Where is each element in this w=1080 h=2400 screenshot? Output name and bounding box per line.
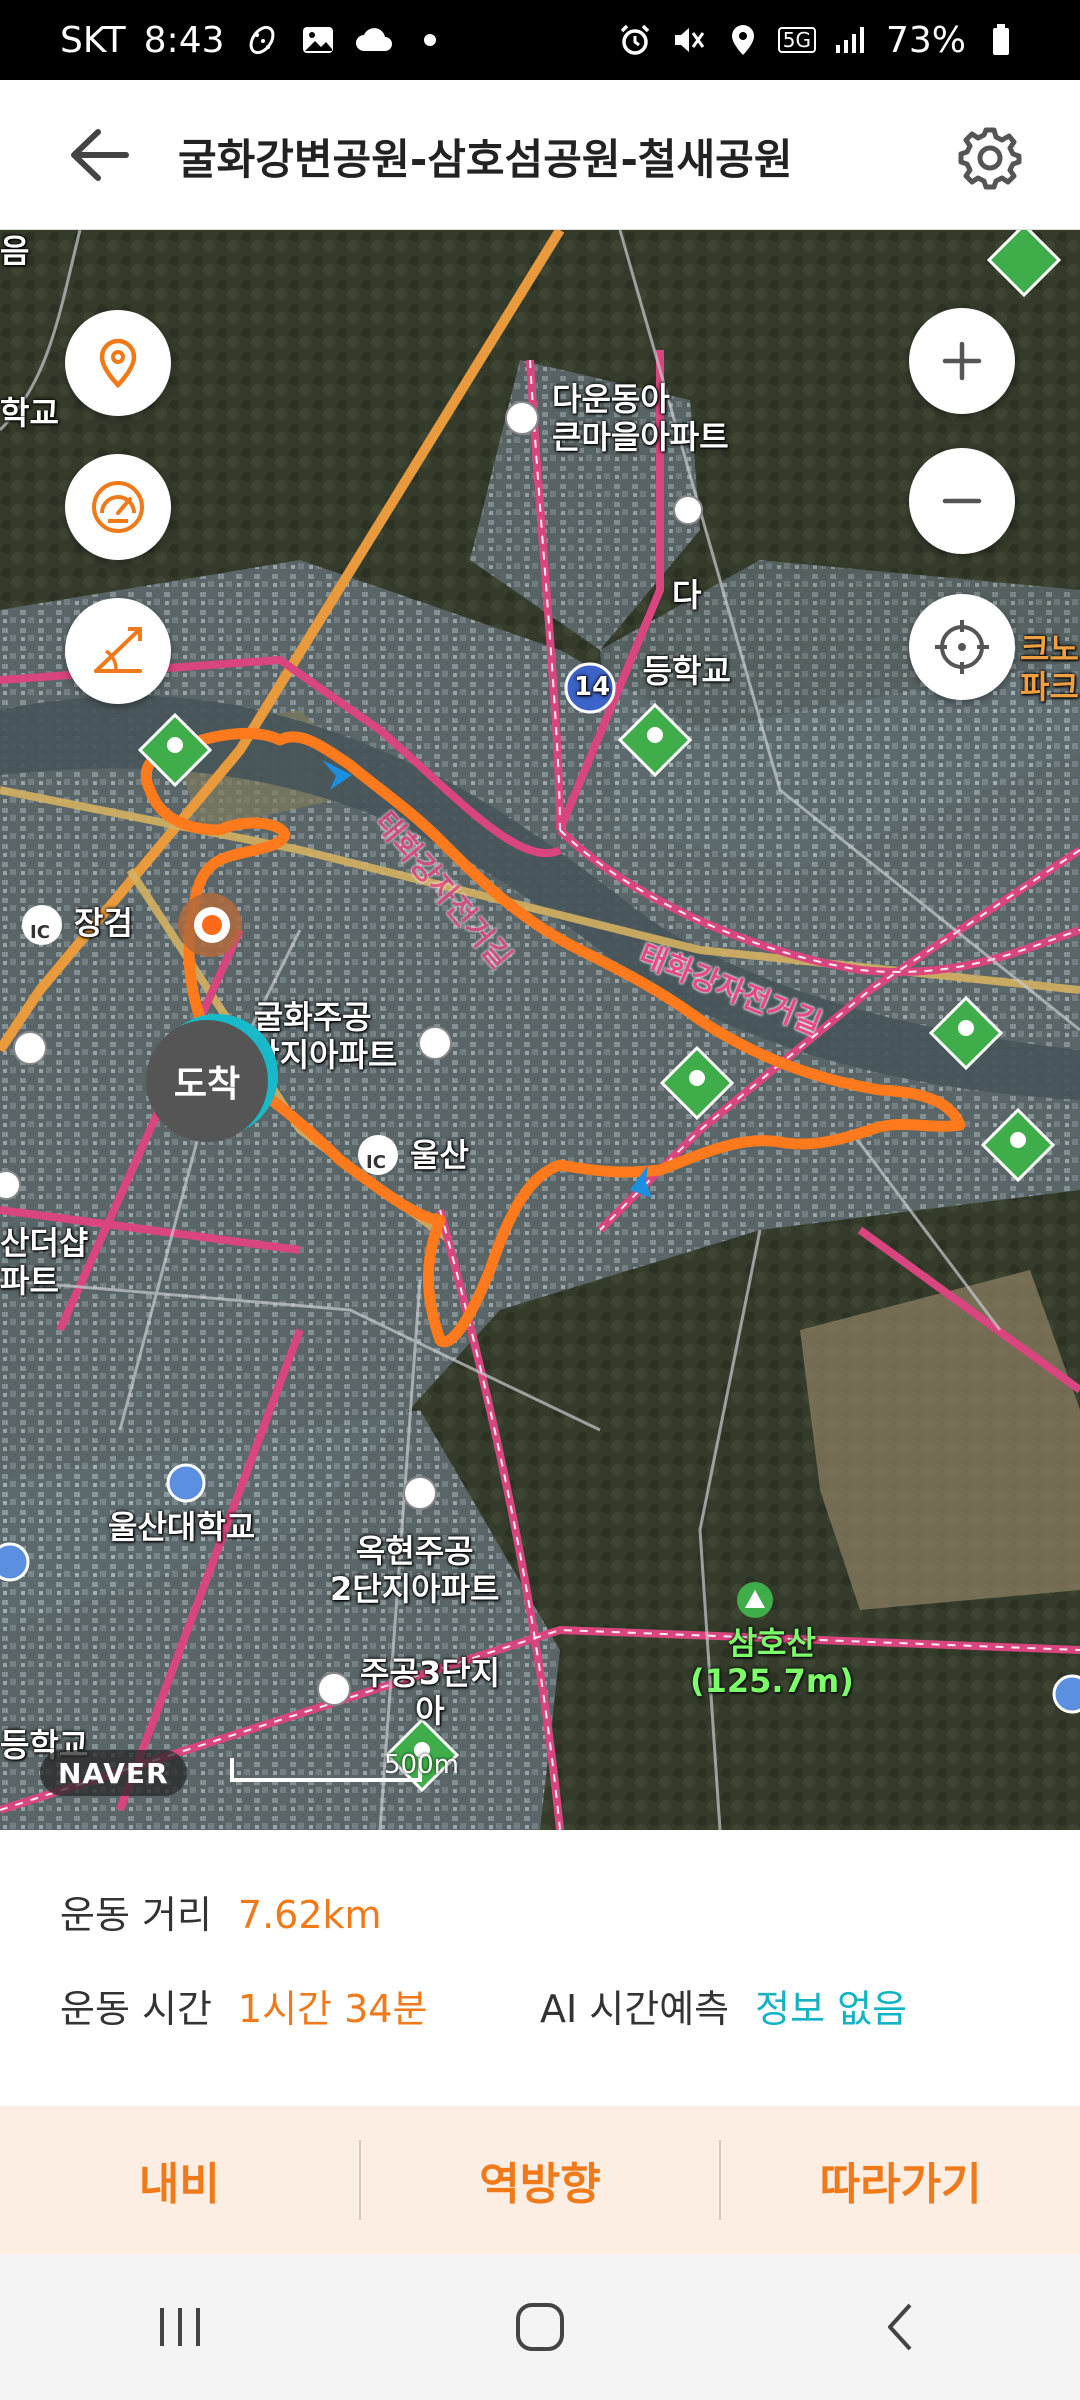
dot-icon (411, 21, 449, 59)
map-label-okhyeon-apt: 옥현주공 2단지아파트 (330, 1532, 500, 1608)
status-bar: SKT 8:43 5G 73% (0, 0, 1080, 80)
map-label-ic-jangeom: IC (30, 922, 50, 943)
zoom-out-button[interactable] (909, 448, 1015, 554)
ai-prediction-label: AI 시간예측 (540, 1987, 730, 2031)
activity-icon (243, 21, 281, 59)
time-row: 운동 시간 1시간 34분 (60, 1978, 427, 2033)
time-label: 운동 시간 (60, 1987, 212, 2031)
map-label-left-edge-1: 음 (0, 232, 30, 270)
elevation-icon (94, 627, 142, 673)
map-label-left-edge-2: 학교 (0, 394, 59, 432)
map-label-left-edge-3: 산더샵 파트 (0, 1224, 89, 1300)
distance-row: 운동 거리 7.62km (60, 1884, 382, 1939)
follow-button[interactable]: 따라가기 (721, 2106, 1080, 2254)
map-label-jugong3: 주공3단지 아 (360, 1654, 501, 1730)
action-bar: 내비 역방향 따라가기 (0, 2106, 1080, 2254)
map-label-jangeom: 장검 (74, 904, 133, 942)
gear-icon (958, 127, 1022, 190)
home-button[interactable] (480, 2287, 600, 2367)
map-label-ulsan-univ: 울산대학교 (108, 1508, 256, 1546)
arrive-marker: 도착 (146, 1020, 268, 1142)
zoom-out-icon (942, 498, 982, 504)
gallery-icon (299, 21, 337, 59)
my-location-icon (935, 620, 989, 674)
home-icon (516, 2303, 564, 2351)
location-status-icon (724, 21, 762, 59)
naver-logo: NAVER (40, 1750, 187, 1796)
system-nav-bar (0, 2254, 1080, 2400)
map-label-ulsan: 울산 (410, 1136, 469, 1174)
mute-icon (670, 21, 708, 59)
network-label: 5G (777, 27, 816, 53)
map-label-right-edge: 크노 파크 (1020, 630, 1079, 706)
time-value: 1시간 34분 (237, 1987, 428, 2031)
recent-apps-button[interactable] (120, 2287, 240, 2367)
navi-button[interactable]: 내비 (0, 2106, 359, 2254)
elevation-button[interactable] (65, 598, 171, 704)
network-5g-icon: 5G (777, 21, 816, 59)
reverse-button[interactable]: 역방향 (361, 2106, 720, 2254)
clock: 8:43 (143, 19, 225, 61)
location-pin-button[interactable] (65, 310, 171, 416)
zoom-in-icon (942, 341, 982, 381)
back-nav-icon (888, 2303, 912, 2351)
zoom-in-button[interactable] (909, 308, 1015, 414)
route-14-label: 14 (574, 672, 611, 702)
back-nav-button[interactable] (840, 2287, 960, 2367)
map-label-ic-ulsan: IC (366, 1152, 386, 1173)
recent-apps-icon (160, 2308, 200, 2346)
page-title: 굴화강변공원-삼호섬공원-철새공원 (178, 135, 793, 184)
map-label-dawon-apt: 다운동아 큰마을아파트 (552, 380, 729, 456)
carrier: SKT (60, 19, 126, 61)
battery-text: 73% (885, 19, 966, 61)
alarm-icon (616, 21, 654, 59)
map-label-school-suffix: 등학교 (642, 652, 731, 690)
distance-label: 운동 거리 (60, 1893, 212, 1937)
map-label-samho-mountain: 삼호산 (125.7m) (690, 1624, 854, 1700)
settings-button[interactable] (956, 124, 1024, 192)
map-label-school-top: 다 등학교 (598, 538, 731, 728)
speedometer-icon (92, 481, 144, 533)
scale-label: 500m (384, 1750, 459, 1780)
map-view[interactable]: 다운동아 큰마을아파트 다 등학교 14 태화강자전거길 태화강자전거길 IC … (0, 230, 1080, 1830)
back-arrow-icon (71, 129, 129, 181)
signal-icon (832, 21, 870, 59)
map-label-school-prefix: 다 (672, 576, 702, 614)
header: 굴화강변공원-삼호섬공원-철새공원 (0, 80, 1080, 230)
back-button[interactable] (64, 124, 136, 186)
my-location-button[interactable] (909, 594, 1015, 700)
location-pin-icon (99, 338, 137, 389)
ai-prediction-row: AI 시간예측 정보 없음 (540, 1978, 907, 2033)
cloud-icon (355, 21, 393, 59)
distance-value: 7.62km (237, 1893, 382, 1937)
battery-icon (982, 21, 1020, 59)
ai-prediction-value: 정보 없음 (755, 1987, 908, 2031)
speed-button[interactable] (65, 454, 171, 560)
info-panel: 운동 거리 7.62km 운동 시간 1시간 34분 AI 시간예측 정보 없음 (0, 1830, 1080, 2110)
